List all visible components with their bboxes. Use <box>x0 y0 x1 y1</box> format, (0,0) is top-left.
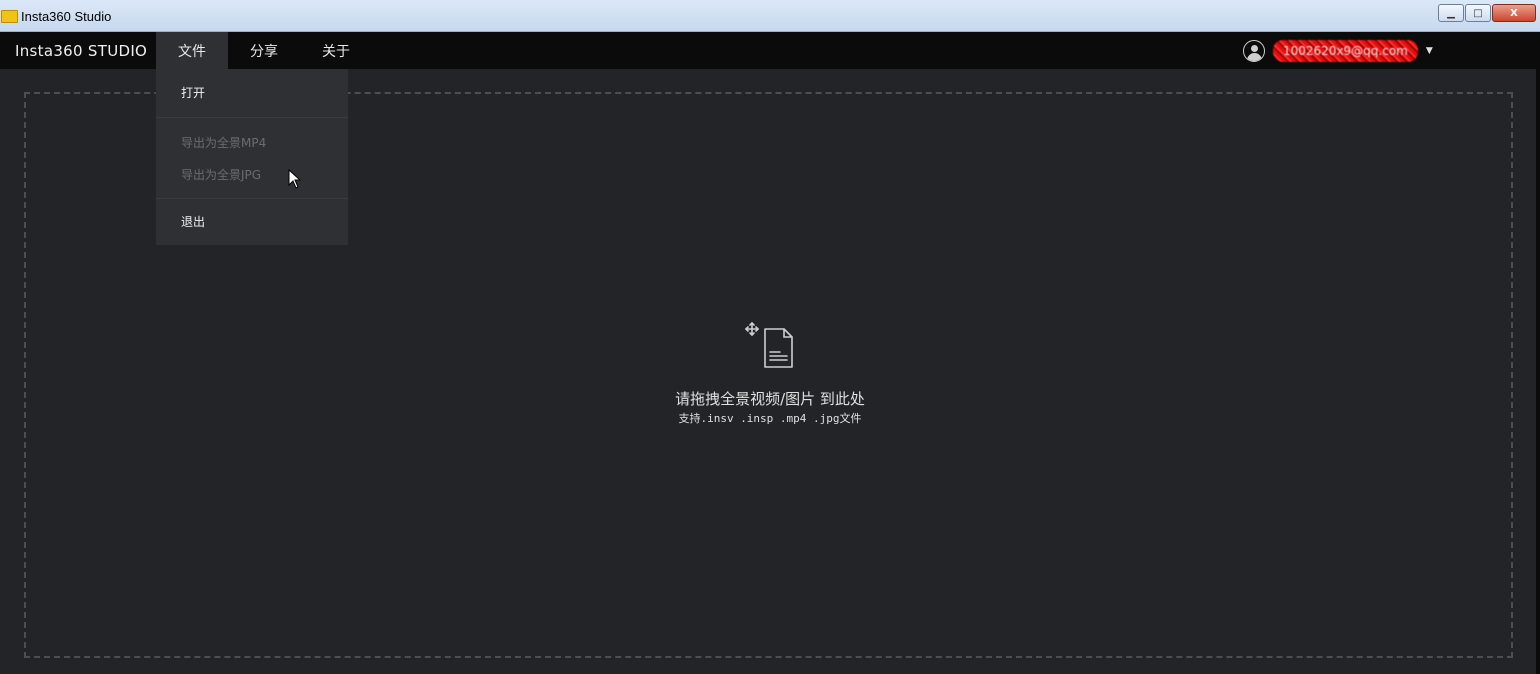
file-dropdown-menu: 打开 导出为全景MP4 导出为全景JPG 退出 <box>156 69 348 245</box>
user-email[interactable]: 1002620x9@qq.com <box>1273 40 1418 62</box>
drop-zone-title: 请拖拽全景视频/图片 到此处 <box>675 390 865 408</box>
minimize-button[interactable]: ▁ <box>1438 4 1464 22</box>
menu-export-mp4: 导出为全景MP4 <box>181 136 267 150</box>
user-dropdown-caret-icon[interactable]: ▼ <box>1426 46 1433 56</box>
menu-separator <box>156 198 348 199</box>
close-button[interactable]: X <box>1492 4 1536 22</box>
window-titlebar: Insta360 Studio ▁ □ X <box>0 0 1540 32</box>
menu-open[interactable]: 打开 <box>156 78 348 108</box>
window-controls: ▁ □ X <box>1437 4 1536 22</box>
user-avatar-icon[interactable] <box>1243 40 1265 62</box>
menu-about[interactable]: 关于 <box>300 32 372 69</box>
user-account[interactable]: 1002620x9@qq.com ▼ <box>1243 39 1433 63</box>
maximize-button[interactable]: □ <box>1465 4 1491 22</box>
window-title: Insta360 Studio <box>21 9 112 24</box>
drop-zone-subtitle: 支持.insv .insp .mp4 .jpg文件 <box>678 412 862 425</box>
app-logo: Insta360 STUDIO <box>15 42 148 60</box>
app-icon <box>1 10 18 23</box>
menu-separator <box>156 117 348 118</box>
menu-share[interactable]: 分享 <box>228 32 300 69</box>
mouse-cursor-icon <box>288 169 302 189</box>
app-menubar: Insta360 STUDIO 文件 分享 关于 1002620x9@qq.co… <box>0 32 1536 69</box>
drag-file-icon <box>744 321 793 368</box>
window-right-border <box>1536 32 1540 674</box>
menu-export-jpg: 导出为全景JPG <box>181 168 262 182</box>
menu-exit[interactable]: 退出 <box>156 207 348 237</box>
menu-file[interactable]: 文件 <box>156 32 228 69</box>
